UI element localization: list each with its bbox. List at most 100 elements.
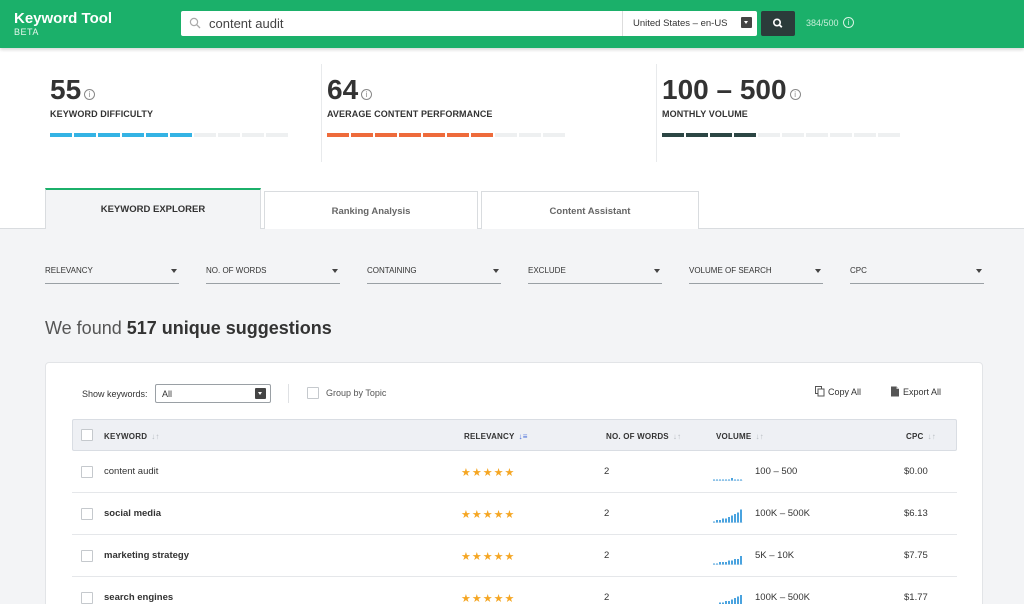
show-keywords-select[interactable]: All: [155, 384, 271, 403]
export-all-button[interactable]: Export All: [891, 386, 942, 397]
sort-icon[interactable]: ↓↑: [755, 432, 763, 441]
keyword-cell[interactable]: social media: [104, 508, 161, 519]
caret-down-icon: [976, 269, 982, 273]
row-checkbox[interactable]: [81, 508, 93, 520]
progress-segment: [399, 133, 421, 137]
keyword-cell[interactable]: marketing strategy: [104, 550, 189, 561]
divider: [288, 384, 289, 403]
filter-relevancy[interactable]: RELEVANCY: [45, 266, 179, 284]
group-by-topic-checkbox[interactable]: [307, 387, 319, 399]
sparkline-bar: [740, 556, 742, 565]
progress-segment: [686, 133, 708, 137]
sparkline-bar: [737, 559, 739, 565]
sort-icon[interactable]: ↓↑: [673, 432, 681, 441]
progress-segment: [662, 133, 684, 137]
column-header-volume[interactable]: VOLUME ↓↑: [716, 432, 764, 441]
tab-keyword-explorer[interactable]: KEYWORD EXPLORER: [45, 188, 261, 229]
sparkline-bar: [734, 514, 736, 523]
sparkline-bar: [734, 598, 736, 604]
sparkline-bar: [734, 559, 736, 565]
search-icon: [773, 18, 783, 28]
search-button[interactable]: [761, 11, 795, 36]
row-checkbox[interactable]: [81, 550, 93, 562]
sparkline-bar: [737, 596, 739, 604]
progress-segment: [242, 133, 264, 137]
row-checkbox[interactable]: [81, 592, 93, 604]
sparkline-bar: [728, 560, 730, 565]
tab-content-assistant[interactable]: Content Assistant: [481, 191, 699, 229]
info-icon[interactable]: i: [84, 89, 96, 100]
sparkline-bar: [731, 560, 733, 565]
sparkline-baseline: [713, 564, 743, 565]
locale-label: United States – en-US: [633, 18, 728, 29]
column-header-keyword[interactable]: KEYWORD ↓↑: [104, 432, 160, 441]
chevron-down-icon: [255, 388, 266, 399]
column-header-relevancy[interactable]: RELEVANCY ↓≡: [464, 432, 528, 441]
words-cell: 2: [604, 508, 610, 519]
row-checkbox[interactable]: [81, 466, 93, 478]
sort-icon[interactable]: ↓↑: [151, 432, 159, 441]
info-icon[interactable]: i: [361, 89, 373, 100]
tab-ranking-analysis[interactable]: Ranking Analysis: [264, 191, 478, 229]
keyword-cell[interactable]: search engines: [104, 592, 173, 603]
filter-label: CONTAINING: [367, 266, 417, 275]
metric-progress-bar: [662, 133, 900, 137]
group-by-topic-label[interactable]: Group by Topic: [326, 388, 386, 398]
search-icon: [189, 17, 201, 29]
sparkline-bar: [731, 599, 733, 604]
brand-logo[interactable]: Keyword Tool BETA: [14, 11, 112, 37]
search-box: United States – en-US: [181, 11, 757, 36]
metric-label: AVERAGE CONTENT PERFORMANCE: [327, 109, 493, 119]
info-icon[interactable]: i: [789, 89, 801, 100]
caret-down-icon: [332, 269, 338, 273]
column-header-label: CPC: [906, 432, 924, 441]
progress-segment: [423, 133, 445, 137]
column-header-words[interactable]: NO. OF WORDS ↓↑: [606, 432, 681, 441]
caret-down-icon: [171, 269, 177, 273]
filter-volume-of-search[interactable]: VOLUME OF SEARCH: [689, 266, 823, 284]
select-all-checkbox[interactable]: [81, 429, 93, 441]
filter-no-of-words[interactable]: NO. OF WORDS: [206, 266, 340, 284]
filter-containing[interactable]: CONTAINING: [367, 266, 501, 284]
column-header-label: NO. OF WORDS: [606, 432, 669, 441]
keyword-cell[interactable]: content audit: [104, 466, 158, 477]
caret-down-icon: [493, 269, 499, 273]
show-keywords-label: Show keywords:: [82, 389, 148, 399]
progress-segment: [375, 133, 397, 137]
metric-progress-bar: [50, 133, 288, 137]
column-header-cpc[interactable]: CPC ↓↑: [906, 432, 936, 441]
column-header-label: RELEVANCY: [464, 432, 515, 441]
export-all-label: Export All: [903, 387, 942, 397]
sort-icon[interactable]: ↓↑: [928, 432, 936, 441]
copy-all-button[interactable]: Copy All: [815, 386, 861, 397]
caret-down-icon: [815, 269, 821, 273]
search-input[interactable]: [209, 11, 619, 36]
metric-label: MONTHLY VOLUME: [662, 109, 748, 119]
metric-progress-bar: [327, 133, 565, 137]
app-title: Keyword Tool: [14, 10, 113, 27]
locale-select[interactable]: United States – en-US: [622, 11, 757, 36]
sort-desc-icon[interactable]: ↓≡: [519, 432, 528, 441]
filter-label: CPC: [850, 266, 867, 275]
metric-content-performance: 64 i AVERAGE CONTENT PERFORMANCE: [327, 74, 565, 137]
app-subtitle: BETA: [14, 27, 39, 37]
sparkline-baseline: [713, 480, 743, 481]
export-icon: [891, 386, 899, 397]
words-cell: 2: [604, 466, 610, 477]
progress-segment: [543, 133, 565, 137]
progress-segment: [351, 133, 373, 137]
progress-segment: [495, 133, 517, 137]
filter-cpc[interactable]: CPC: [850, 266, 984, 284]
progress-segment: [830, 133, 852, 137]
info-icon[interactable]: i: [843, 17, 854, 28]
sparkline-bar: [731, 515, 733, 523]
progress-segment: [50, 133, 72, 137]
filter-exclude[interactable]: EXCLUDE: [528, 266, 662, 284]
copy-icon: [815, 386, 825, 397]
progress-segment: [447, 133, 469, 137]
column-header-label: KEYWORD: [104, 432, 148, 441]
progress-segment: [758, 133, 780, 137]
caret-down-icon: [654, 269, 660, 273]
filter-label: NO. OF WORDS: [206, 266, 267, 275]
volume-trend-sparkline: [713, 478, 743, 481]
